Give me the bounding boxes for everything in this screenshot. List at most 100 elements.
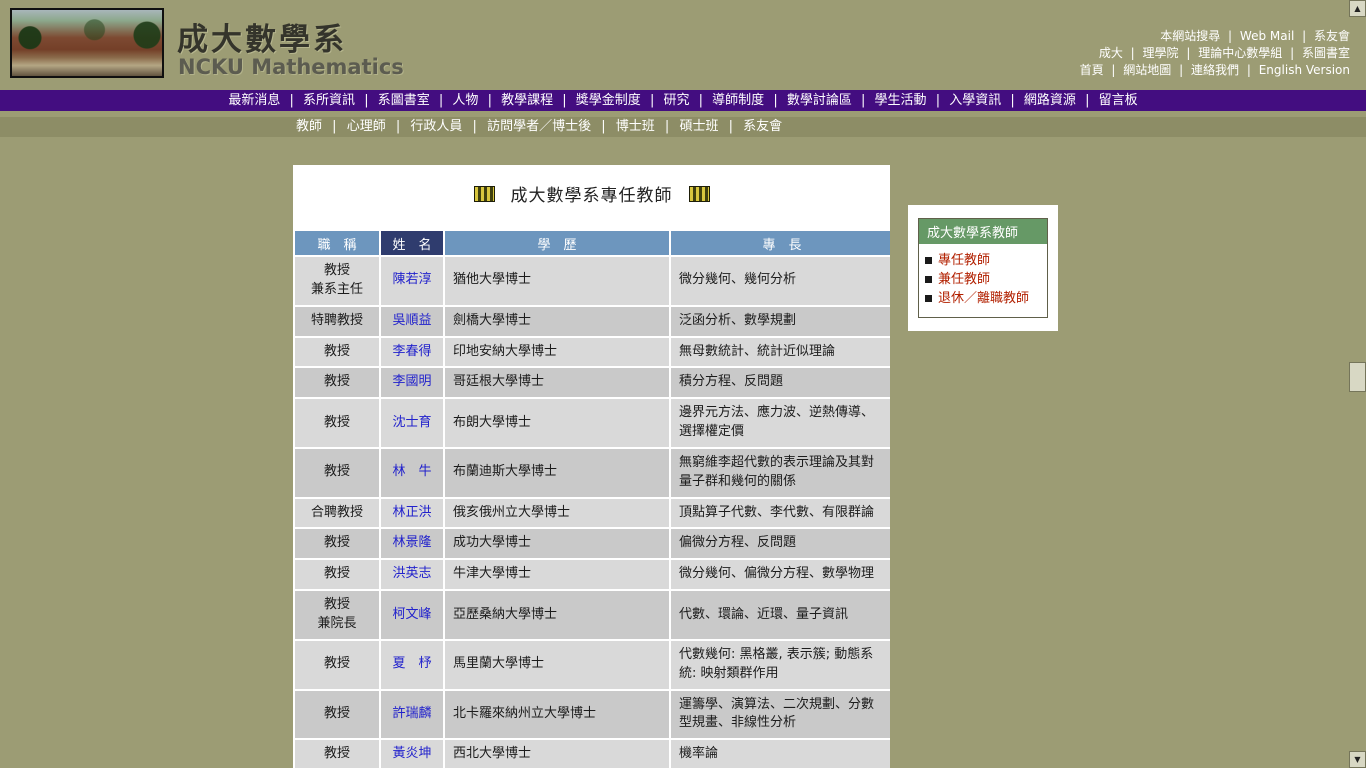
separator: |	[728, 119, 733, 134]
nav-link[interactable]: 網站地圖	[1123, 63, 1171, 77]
nav-link[interactable]: 碩士班	[679, 119, 718, 134]
site-subtitle: NCKU Mathematics	[178, 55, 404, 79]
sidebar-link-item[interactable]: 兼任教師	[925, 270, 1041, 289]
separator: |	[773, 93, 778, 108]
faculty-table: 職 稱 姓 名 學 歷 專 長 教授 兼系主任 陳若淳 猶他大學博士 微分幾何、…	[293, 229, 890, 768]
separator: |	[1111, 63, 1116, 77]
sidebar-link[interactable]: 兼任教師	[938, 270, 990, 289]
faculty-title: 合聘教授	[295, 498, 379, 528]
scroll-down-icon[interactable]: ▼	[1349, 751, 1366, 768]
nav-link[interactable]: 系友會	[1314, 29, 1350, 43]
separator: |	[438, 93, 444, 108]
nav-link[interactable]: 訪問學者／博士後	[487, 119, 591, 134]
faculty-specialty: 積分方程、反問題	[671, 368, 890, 398]
faculty-name-link[interactable]: 吳順益	[392, 313, 431, 328]
separator: |	[395, 119, 401, 134]
nav-link[interactable]: 網路資源	[1024, 93, 1076, 108]
sub-navigation: 教師 | 心理師 | 行政人員 | 訪問學者／博士後 | 博士班 | 碩士班 |…	[0, 117, 1366, 137]
nav-link[interactable]: 入學資訊	[949, 93, 1001, 108]
nav-link[interactable]: 教學課程	[501, 93, 553, 108]
nav-link[interactable]: 數學討論區	[787, 93, 852, 108]
square-bullet-icon	[925, 276, 932, 283]
sidebar-link-item[interactable]: 專任教師	[925, 251, 1041, 270]
faculty-specialty: 偏微分方程、反問題	[671, 529, 890, 559]
nav-link[interactable]: 成大	[1099, 46, 1123, 60]
faculty-name-link[interactable]: 李春得	[392, 344, 431, 359]
nav-link[interactable]: 系友會	[743, 119, 782, 134]
faculty-degree: 馬里蘭大學博士	[445, 640, 669, 689]
nav-link[interactable]: 導師制度	[712, 93, 764, 108]
faculty-table-row: 教授 兼院長 柯文峰 亞歷桑納大學博士 代數、環論、近環、量子資訊	[295, 591, 890, 639]
faculty-name-link[interactable]: 柯文峰	[392, 607, 431, 622]
faculty-title: 教授	[295, 368, 379, 398]
nav-link[interactable]: 留言板	[1099, 93, 1138, 108]
faculty-name-link[interactable]: 夏 杼	[392, 656, 431, 671]
nav-link[interactable]: 理學院	[1143, 46, 1179, 60]
faculty-degree: 哥廷根大學博士	[445, 368, 669, 398]
faculty-name-link[interactable]: 林 牛	[392, 464, 431, 479]
department-building-photo	[10, 8, 164, 78]
faculty-degree: 牛津大學博士	[445, 560, 669, 590]
separator: |	[1290, 46, 1295, 60]
scroll-up-icon[interactable]: ▲	[1349, 0, 1366, 17]
faculty-specialty: 代數、環論、近環、量子資訊	[671, 591, 890, 639]
separator: |	[935, 93, 941, 108]
nav-link[interactable]: Web Mail	[1240, 29, 1294, 43]
separator: |	[649, 93, 655, 108]
faculty-name-link[interactable]: 林正洪	[392, 505, 431, 520]
faculty-table-body: 教授 兼系主任 陳若淳 猶他大學博士 微分幾何、幾何分析 特聘教授 吳順益 劍橋…	[295, 257, 890, 768]
faculty-specialty: 頂點算子代數、李代數、有限群論	[671, 498, 890, 528]
faculty-specialty: 運籌學、演算法、二次規劃、分數型規畫、非線性分析	[671, 690, 890, 739]
nav-link[interactable]: 人物	[452, 93, 478, 108]
sidebar-link-item[interactable]: 退休／離職教師	[925, 289, 1041, 308]
nav-link[interactable]: 系所資訊	[303, 93, 355, 108]
separator: |	[1130, 46, 1135, 60]
faculty-degree: 成功大學博士	[445, 529, 669, 559]
faculty-name-link[interactable]: 沈士育	[392, 415, 431, 430]
nav-link[interactable]: English Version	[1259, 63, 1350, 77]
faculty-table-row: 教授 沈士育 布朗大學博士 邊界元方法、應力波、逆熱傳導、選擇權定價	[295, 399, 890, 447]
separator: |	[1186, 46, 1191, 60]
page-title: 成大數學系專任教師	[510, 186, 673, 206]
nav-link[interactable]: 心理師	[347, 119, 386, 134]
faculty-table-row: 合聘教授 林正洪 俄亥俄州立大學博士 頂點算子代數、李代數、有限群論	[295, 498, 890, 528]
nav-link[interactable]: 最新消息	[228, 93, 280, 108]
nav-link[interactable]: 博士班	[616, 119, 655, 134]
nav-link[interactable]: 系圖書室	[378, 93, 430, 108]
sidebar-link[interactable]: 專任教師	[938, 251, 990, 270]
sidebar-panel: 成大數學系教師 專任教師 兼任教師 退休／離職教師	[908, 205, 1058, 331]
book-icon-left	[473, 185, 495, 202]
nav-link[interactable]: 系圖書室	[1302, 46, 1350, 60]
separator: |	[1246, 63, 1251, 77]
header-links-line2: 成大 | 理學院 | 理論中心數學組 | 系圖書室	[1080, 45, 1350, 62]
page-title-row: 成大數學系專任教師	[293, 181, 890, 206]
nav-link[interactable]: 理論中心數學組	[1198, 46, 1282, 60]
nav-link[interactable]: 首頁	[1080, 63, 1104, 77]
nav-link[interactable]: 研究	[663, 93, 689, 108]
vertical-scrollbar[interactable]: ▲ ▼	[1349, 0, 1366, 768]
faculty-name-link[interactable]: 李國明	[392, 374, 431, 389]
square-bullet-icon	[925, 257, 932, 264]
nav-link[interactable]: 連絡我們	[1191, 63, 1239, 77]
nav-link[interactable]: 行政人員	[410, 119, 462, 134]
faculty-table-row: 教授 兼系主任 陳若淳 猶他大學博士 微分幾何、幾何分析	[295, 257, 890, 305]
faculty-name-link[interactable]: 許瑞麟	[392, 706, 431, 721]
faculty-specialty: 微分幾何、偏微分方程、數學物理	[671, 560, 890, 590]
scroll-thumb[interactable]	[1349, 362, 1366, 392]
faculty-name-link[interactable]: 洪英志	[392, 566, 431, 581]
faculty-degree: 猶他大學博士	[445, 257, 669, 305]
sidebar-title: 成大數學系教師	[919, 219, 1047, 244]
nav-link[interactable]: 本網站搜尋	[1160, 29, 1220, 43]
faculty-specialty: 無窮維李超代數的表示理論及其對量子群和幾何的關係	[671, 448, 890, 497]
separator: |	[1302, 29, 1307, 43]
faculty-title: 教授 兼系主任	[295, 257, 379, 305]
faculty-name-link[interactable]: 黃炎坤	[392, 746, 431, 761]
sidebar-link[interactable]: 退休／離職教師	[938, 289, 1029, 308]
nav-link[interactable]: 教師	[296, 119, 322, 134]
nav-link[interactable]: 獎學金制度	[576, 93, 641, 108]
col-header-degree: 學 歷	[445, 231, 669, 255]
faculty-name-link[interactable]: 林景隆	[392, 535, 431, 550]
nav-link[interactable]: 學生活動	[875, 93, 927, 108]
faculty-table-row: 教授 李春得 印地安納大學博士 無母數統計、統計近似理論	[295, 337, 890, 367]
faculty-name-link[interactable]: 陳若淳	[392, 272, 431, 287]
